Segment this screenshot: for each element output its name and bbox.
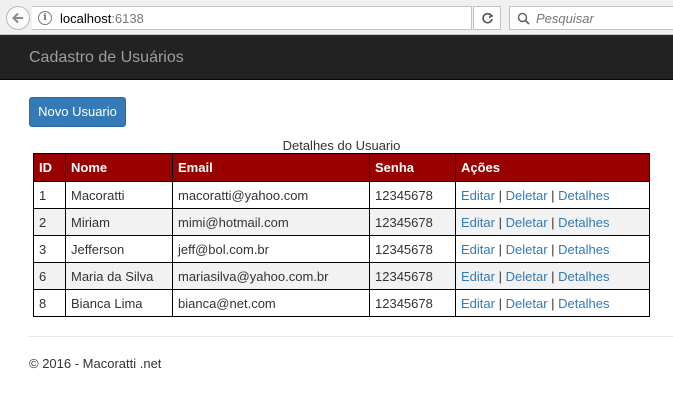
cell-nome: Jefferson (65, 235, 173, 263)
cell-senha: 12345678 (369, 181, 456, 209)
cell-acoes: Editar | Deletar | Detalhes (455, 262, 650, 290)
cell-nome: Maria da Silva (65, 262, 173, 290)
footer-text: © 2016 - Macoratti .net (29, 356, 162, 371)
table-caption: Detalhes do Usuario (282, 138, 401, 153)
table-header-row: ID Nome Email Senha Ações (33, 153, 650, 182)
cell-email: mimi@hotmail.com (172, 208, 370, 236)
action-separator: | (498, 295, 502, 311)
cell-nome: Miriam (65, 208, 173, 236)
cell-id: 1 (33, 181, 66, 209)
edit-link[interactable]: Editar (461, 215, 495, 230)
delete-link[interactable]: Deletar (506, 269, 548, 284)
action-separator: | (498, 241, 502, 257)
brand-title[interactable]: Cadastro de Usuários (29, 49, 184, 67)
edit-link[interactable]: Editar (461, 269, 495, 284)
cell-id: 3 (33, 235, 66, 263)
details-link[interactable]: Detalhes (558, 296, 609, 311)
cell-email: jeff@bol.com.br (172, 235, 370, 263)
header-id: ID (33, 153, 66, 182)
delete-link[interactable]: Deletar (506, 242, 548, 257)
delete-link[interactable]: Deletar (506, 296, 548, 311)
users-table: ID Nome Email Senha Ações 1 Macoratti maco… (33, 153, 650, 317)
cell-acoes: Editar | Deletar | Detalhes (455, 289, 650, 317)
search-bar[interactable] (509, 6, 673, 30)
address-bar[interactable]: i localhost:6138 (32, 6, 472, 30)
cell-nome: Bianca Lima (65, 289, 173, 317)
edit-link[interactable]: Editar (461, 296, 495, 311)
browser-toolbar: i localhost:6138 (0, 0, 673, 35)
action-separator: | (498, 268, 502, 284)
action-separator: | (551, 241, 555, 257)
cell-senha: 12345678 (369, 235, 456, 263)
cell-email: mariasilva@yahoo.com.br (172, 262, 370, 290)
new-user-button[interactable]: Novo Usuario (29, 97, 126, 127)
details-link[interactable]: Detalhes (558, 242, 609, 257)
search-icon (517, 12, 530, 25)
action-separator: | (551, 187, 555, 203)
header-acoes: Ações (455, 153, 650, 182)
header-senha: Senha (369, 153, 456, 182)
header-email: Email (172, 153, 370, 182)
cell-acoes: Editar | Deletar | Detalhes (455, 208, 650, 236)
cell-nome: Macoratti (65, 181, 173, 209)
url-port: :6138 (111, 10, 144, 26)
delete-link[interactable]: Deletar (506, 188, 548, 203)
cell-email: bianca@net.com (172, 289, 370, 317)
arrow-left-icon (12, 12, 23, 24)
table-row: 6 Maria da Silva mariasilva@yahoo.com.br 12… (33, 262, 650, 290)
details-link[interactable]: Detalhes (558, 215, 609, 230)
cell-id: 6 (33, 262, 66, 290)
cell-id: 8 (33, 289, 66, 317)
delete-link[interactable]: Deletar (506, 215, 548, 230)
table-row: 3 Jefferson jeff@bol.com.br 12345678 Editar … (33, 235, 650, 263)
cell-acoes: Editar | Deletar | Detalhes (455, 235, 650, 263)
action-separator: | (498, 187, 502, 203)
footer-divider (29, 336, 673, 337)
table-row: 2 Miriam mimi@hotmail.com 12345678 Editar | … (33, 208, 650, 236)
url-host: localhost (60, 10, 112, 26)
action-separator: | (551, 214, 555, 230)
info-icon[interactable]: i (38, 11, 52, 25)
table-row: 8 Bianca Lima bianca@net.com 12345678 Editar… (33, 289, 650, 317)
cell-senha: 12345678 (369, 208, 456, 236)
action-separator: | (551, 295, 555, 311)
table-row: 1 Macoratti macoratti@yahoo.com 12345678 Edi… (33, 181, 650, 209)
cell-acoes: Editar | Deletar | Detalhes (455, 181, 650, 209)
reload-button[interactable] (473, 6, 501, 30)
cell-id: 2 (33, 208, 66, 236)
app-navbar: Cadastro de Usuários (0, 35, 673, 80)
details-link[interactable]: Detalhes (558, 188, 609, 203)
header-nome: Nome (65, 153, 173, 182)
back-button[interactable] (6, 6, 30, 30)
url-text: localhost:6138 (60, 11, 144, 26)
cell-senha: 12345678 (369, 289, 456, 317)
action-separator: | (498, 214, 502, 230)
cell-senha: 12345678 (369, 262, 456, 290)
edit-link[interactable]: Editar (461, 242, 495, 257)
details-link[interactable]: Detalhes (558, 269, 609, 284)
search-input[interactable] (536, 10, 656, 26)
reload-icon (481, 12, 493, 23)
action-separator: | (551, 268, 555, 284)
cell-email: macoratti@yahoo.com (172, 181, 370, 209)
edit-link[interactable]: Editar (461, 188, 495, 203)
